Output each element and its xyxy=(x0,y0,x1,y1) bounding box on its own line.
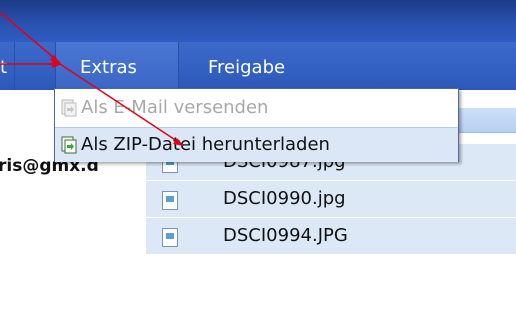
image-file-icon xyxy=(162,228,178,247)
menu-separator xyxy=(14,42,15,90)
menu-item-zip-download[interactable]: Als ZIP-Datei herunterladen xyxy=(55,127,458,162)
app-header-bar xyxy=(0,0,516,42)
file-row[interactable]: DSCI0990.jpg xyxy=(146,181,516,218)
file-name: DSCI0990.jpg xyxy=(223,188,346,209)
extras-dropdown-menu: Als E-Mail versenden Als ZIP-Datei herun… xyxy=(54,88,459,162)
menu-item-partial[interactable]: t xyxy=(0,42,14,90)
image-file-icon xyxy=(162,191,178,210)
menu-bar: t Extras Freigabe xyxy=(0,42,516,90)
menu-freigabe[interactable]: Freigabe xyxy=(208,42,308,90)
menu-item-partial-label: t xyxy=(0,57,8,78)
file-row[interactable]: DSCI0994.JPG xyxy=(146,218,516,255)
menu-extras[interactable]: Extras xyxy=(55,42,179,90)
file-name: DSCI0994.JPG xyxy=(223,225,348,246)
menu-freigabe-label: Freigabe xyxy=(208,57,286,78)
menu-item-send-email: Als E-Mail versenden xyxy=(55,91,458,125)
menu-item-send-email-label: Als E-Mail versenden xyxy=(81,97,269,118)
zip-download-icon xyxy=(61,136,77,154)
menu-item-zip-download-label: Als ZIP-Datei herunterladen xyxy=(81,134,330,155)
email-send-icon xyxy=(61,99,77,117)
menu-extras-label: Extras xyxy=(80,57,137,78)
